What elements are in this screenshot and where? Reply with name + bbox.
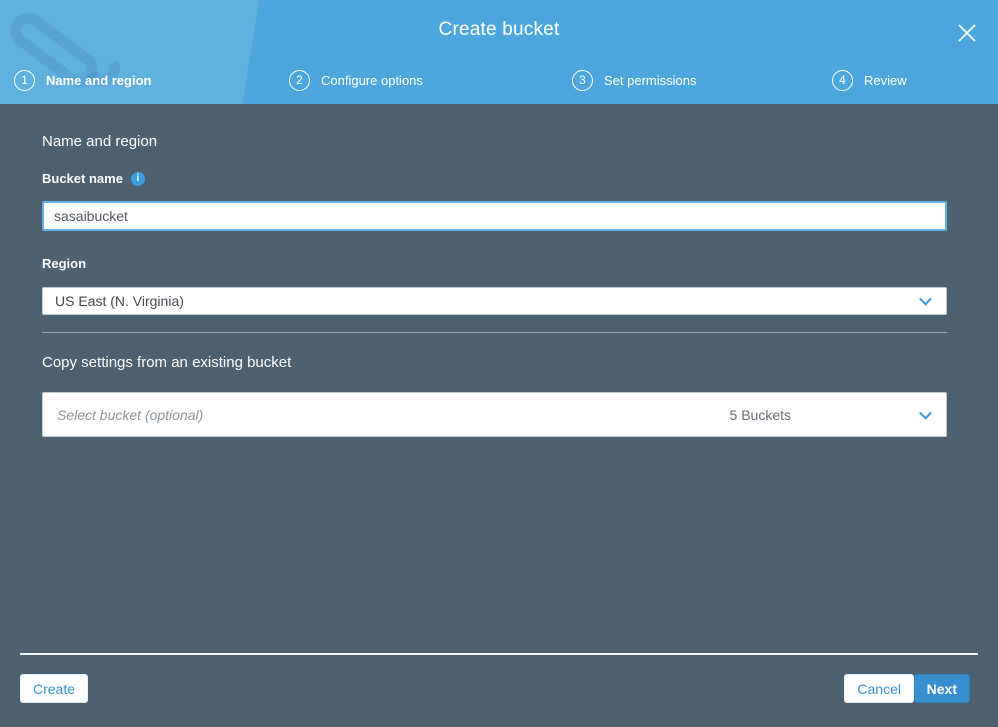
step-label: Set permissions bbox=[604, 72, 697, 88]
info-icon[interactable]: i bbox=[130, 171, 145, 186]
bucket-name-input[interactable] bbox=[42, 201, 947, 231]
step-configure-options[interactable]: 2 Configure options bbox=[289, 68, 423, 92]
modal-body: Name and region Bucket name i Region US … bbox=[0, 104, 998, 727]
close-icon[interactable] bbox=[952, 18, 982, 48]
create-bucket-modal: Create bucket 1 Name and region 2 Config… bbox=[0, 0, 998, 727]
section-divider bbox=[42, 332, 947, 333]
copy-settings-placeholder: Select bucket (optional) bbox=[57, 406, 204, 423]
step-set-permissions[interactable]: 3 Set permissions bbox=[572, 68, 696, 92]
step-number-circle: 3 bbox=[572, 69, 593, 91]
step-label: Name and region bbox=[46, 72, 152, 88]
cancel-button[interactable]: Cancel bbox=[844, 674, 914, 703]
create-button[interactable]: Create bbox=[20, 674, 89, 703]
bucket-name-label: Bucket name i bbox=[42, 171, 145, 186]
region-select-value: US East (N. Virginia) bbox=[55, 293, 184, 309]
next-button[interactable]: Next bbox=[913, 674, 970, 703]
copy-settings-select[interactable]: Select bucket (optional) 5 Buckets bbox=[42, 392, 947, 437]
section-title-copy-settings: Copy settings from an existing bucket bbox=[42, 354, 292, 371]
modal-header: Create bucket 1 Name and region 2 Config… bbox=[0, 0, 998, 104]
step-number-circle: 1 bbox=[14, 69, 35, 91]
step-label: Review bbox=[864, 72, 907, 88]
modal-title: Create bucket bbox=[438, 19, 560, 40]
footer-divider bbox=[20, 653, 978, 655]
step-review[interactable]: 4 Review bbox=[832, 68, 907, 92]
step-name-and-region[interactable]: 1 Name and region bbox=[14, 68, 151, 92]
step-label: Configure options bbox=[321, 72, 423, 88]
section-title-name-and-region: Name and region bbox=[42, 133, 158, 150]
region-label: Region bbox=[42, 256, 87, 271]
bucket-count-badge: 5 Buckets bbox=[729, 406, 791, 423]
bucket-name-label-text: Bucket name bbox=[42, 171, 123, 186]
step-number-circle: 2 bbox=[289, 69, 310, 91]
chevron-down-icon bbox=[919, 292, 932, 306]
region-select[interactable]: US East (N. Virginia) bbox=[42, 287, 947, 315]
chevron-down-icon bbox=[919, 406, 932, 420]
step-number-circle: 4 bbox=[832, 69, 853, 91]
